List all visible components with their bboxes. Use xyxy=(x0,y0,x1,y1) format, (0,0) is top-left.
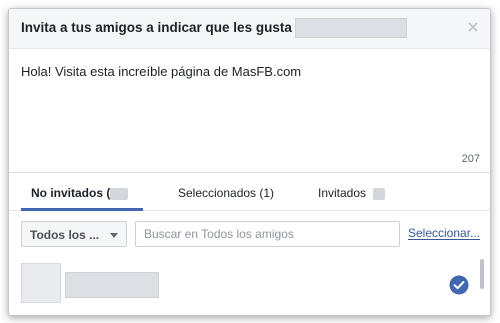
friend-toolbar: Todos los ... Seleccionar... xyxy=(9,211,490,255)
close-button[interactable] xyxy=(466,20,480,34)
tab-not-invited[interactable]: No invitados ( xyxy=(31,186,129,200)
tab-invited-label: Invitados xyxy=(318,186,367,200)
invite-friends-dialog: Invita a tus amigos a indicar que les gu… xyxy=(8,8,491,316)
dialog-title: Invita a tus amigos a indicar que les gu… xyxy=(21,20,292,35)
invite-message-text[interactable]: Hola! Visita esta increíble página de Ma… xyxy=(21,64,301,79)
count-redacted xyxy=(110,187,129,200)
select-all-link[interactable]: Seleccionar... xyxy=(408,227,481,240)
invite-tabs: No invitados ( Seleccionados (1) Invitad… xyxy=(9,173,490,211)
invite-message-area[interactable]: Hola! Visita esta increíble página de Ma… xyxy=(9,49,490,173)
list-scrollbar[interactable] xyxy=(480,259,484,289)
checkmark-circle-icon[interactable] xyxy=(449,275,469,295)
caret-down-icon xyxy=(110,233,118,238)
tab-selected[interactable]: Seleccionados (1) xyxy=(178,186,274,200)
page-name-redacted xyxy=(295,18,407,38)
filter-label: Todos los ... xyxy=(30,228,100,242)
character-counter: 207 xyxy=(461,153,480,165)
friend-filter-dropdown[interactable]: Todos los ... xyxy=(21,221,127,247)
avatar xyxy=(21,263,61,303)
tab-invited[interactable]: Invitados xyxy=(318,186,386,200)
close-icon xyxy=(468,22,478,32)
tab-not-invited-label: No invitados ( xyxy=(31,186,111,200)
count-redacted xyxy=(373,187,386,200)
tab-selected-label: Seleccionados (1) xyxy=(178,186,275,200)
dialog-header: Invita a tus amigos a indicar que les gu… xyxy=(9,9,490,49)
friend-list-item[interactable] xyxy=(9,255,490,309)
friend-search-input[interactable] xyxy=(135,221,400,247)
friend-name-redacted xyxy=(65,272,159,298)
